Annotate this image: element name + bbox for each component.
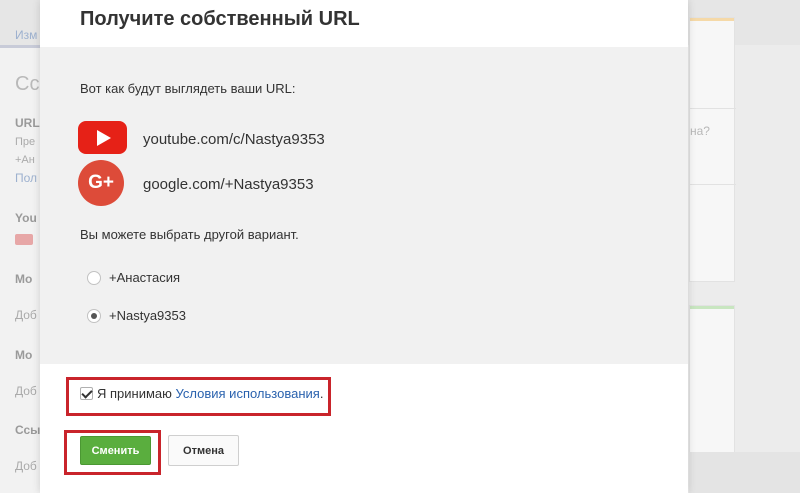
agreement-checkbox[interactable] <box>80 387 93 400</box>
option-anastasia[interactable]: +Анастасия <box>87 270 387 286</box>
background-section: Ссы <box>15 423 41 437</box>
agreement-label: Я принимаю <box>97 386 172 401</box>
divider <box>690 108 736 109</box>
card-stripe <box>690 306 734 309</box>
agreement-text: Я принимаю Условия использования. <box>97 386 323 401</box>
background-text: Пре <box>15 136 36 148</box>
youtube-url: youtube.com/c/Nastya9353 <box>143 131 325 148</box>
dialog-body: Вот как будут выглядеть ваши URL: youtub… <box>40 47 688 364</box>
background-section: Мо <box>15 348 33 362</box>
background-text: +Ан <box>15 154 35 166</box>
background-link: Изм <box>15 28 38 42</box>
background-heading: Сс <box>15 73 40 95</box>
background-section: Мо <box>15 272 33 286</box>
cancel-button[interactable]: Отмена <box>168 435 239 466</box>
dialog-title: Получите собственный URL <box>80 8 360 30</box>
google-plus-url: google.com/+Nastya9353 <box>143 176 314 193</box>
youtube-url-row: youtube.com/c/Nastya9353 <box>78 121 478 159</box>
background-panel <box>689 452 800 493</box>
background-text: Доб <box>15 459 37 473</box>
background-url-label: URL <box>15 116 40 130</box>
background-link: Пол <box>15 171 38 185</box>
youtube-icon <box>15 234 33 245</box>
agreement-suffix: . <box>319 386 324 401</box>
background-text: на? <box>690 124 710 138</box>
custom-url-dialog: Получите собственный URL Вот как будут в… <box>40 0 688 493</box>
card-stripe <box>690 18 734 21</box>
intro-text: Вот как будут выглядеть ваши URL: <box>80 81 296 96</box>
google-plus-icon: G+ <box>78 160 124 206</box>
option-label[interactable]: +Анастасия <box>109 270 180 285</box>
youtube-icon <box>78 121 127 154</box>
background-card <box>689 305 735 453</box>
background-left-panel: Изм Сс URL Пре +Ан Пол You Мо Доб Мо Доб… <box>0 28 41 493</box>
change-button[interactable]: Сменить <box>80 436 151 465</box>
divider <box>690 184 736 185</box>
google-plus-url-row: G+ google.com/+Nastya9353 <box>78 160 478 206</box>
background-text: Доб <box>15 384 37 398</box>
hint-text: Вы можете выбрать другой вариант. <box>80 227 299 242</box>
background-card: на? <box>689 17 736 282</box>
background-text: Доб <box>15 308 37 322</box>
background-youtube-label: You <box>15 211 37 225</box>
radio-button[interactable] <box>87 271 101 285</box>
option-label[interactable]: +Nastya9353 <box>109 308 186 323</box>
radio-button-selected[interactable] <box>87 309 101 323</box>
terms-link[interactable]: Условия использования <box>176 386 320 401</box>
option-nastya9353[interactable]: +Nastya9353 <box>87 308 387 324</box>
